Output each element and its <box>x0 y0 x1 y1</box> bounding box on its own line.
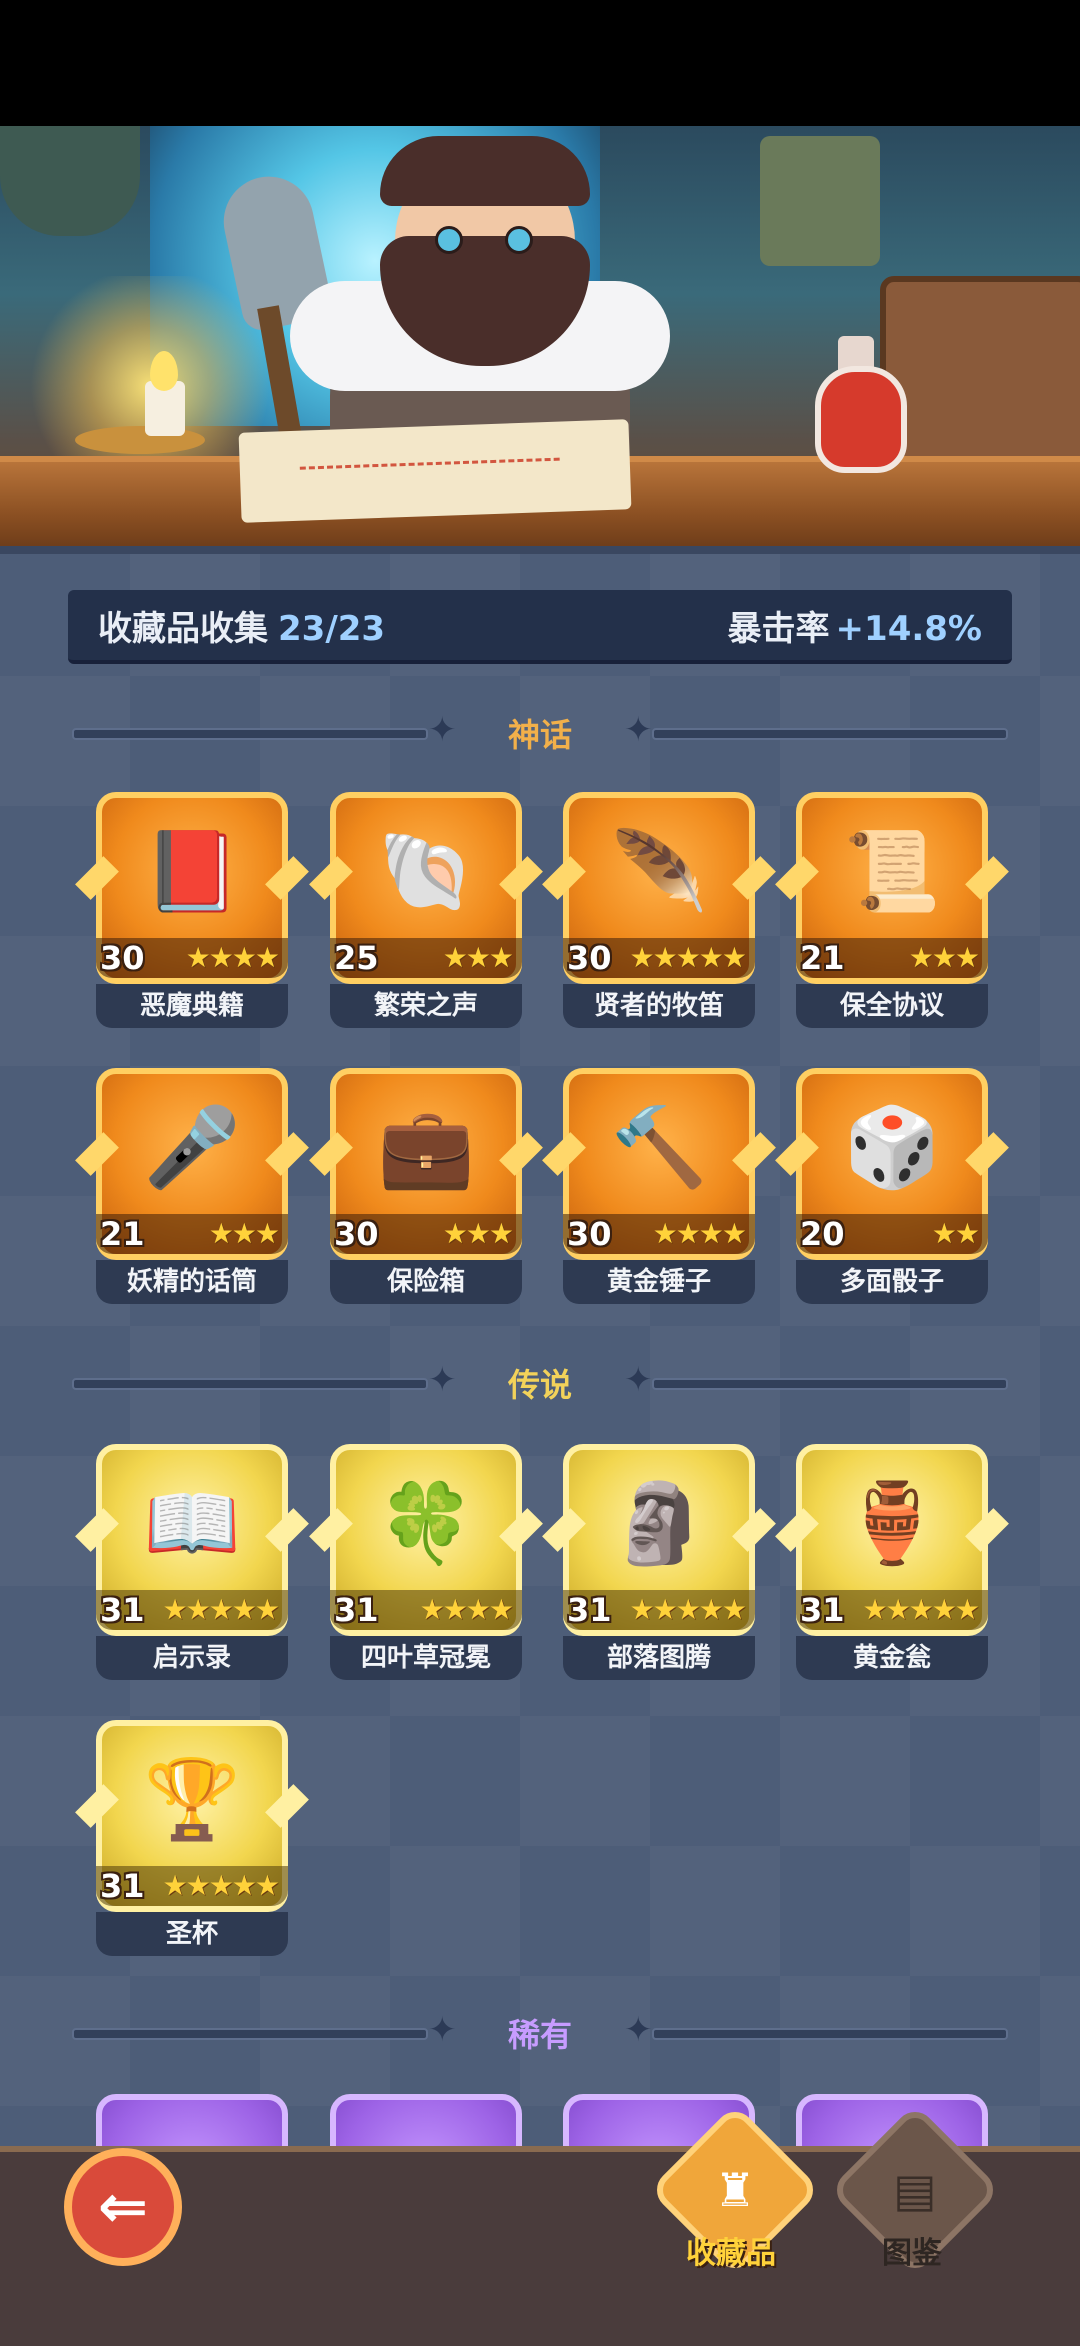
section-header-mythic: ✦ 神话 ✦ <box>72 710 1008 754</box>
star-rating: ★★★★★ <box>162 1869 280 1902</box>
collectible-card[interactable]: 📕 30 ★★★★ 恶魔典籍 <box>75 792 309 1028</box>
open-book-icon: 📖 <box>143 1479 241 1569</box>
grail-icon: 🏆 <box>143 1755 241 1845</box>
urn-icon: 🏺 <box>843 1479 941 1569</box>
collectible-card[interactable]: 🔨 30 ★★★★ 黄金锤子 <box>542 1068 776 1304</box>
treasure-map-icon <box>238 419 632 523</box>
star-rating: ★★★ <box>442 941 514 974</box>
collectible-card[interactable] <box>330 2094 522 2146</box>
tab-codex-label: 图鉴 <box>882 2236 942 2271</box>
collectible-card[interactable]: 📜 21 ★★★ 保全协议 <box>775 792 1009 1028</box>
scroll-contract-icon: 📜 <box>843 827 941 917</box>
collectible-name: 部落图腾 <box>606 1643 711 1673</box>
star-rating: ★★★ <box>442 1217 514 1250</box>
stat-label: 暴击率 <box>727 608 830 649</box>
star-rating: ★★★★★ <box>162 1593 280 1626</box>
collectible-name: 妖精的话筒 <box>126 1267 257 1297</box>
collectible-card[interactable]: 🗿 31 ★★★★★ 部落图腾 <box>542 1444 776 1680</box>
collectible-card[interactable]: 🐚 25 ★★★ 繁荣之声 <box>309 792 543 1028</box>
collection-count: 23/23 <box>278 608 386 649</box>
gold-chest-icon: 💼 <box>377 1103 475 1193</box>
star-rating: ★★★★★ <box>862 1593 980 1626</box>
collectible-card[interactable]: 🎤 21 ★★★ 妖精的话筒 <box>75 1068 309 1304</box>
star-rating: ★★★★★ <box>629 941 747 974</box>
shopkeeper-banner <box>0 126 1080 546</box>
collectible-name: 恶魔典籍 <box>139 991 244 1021</box>
collectible-card[interactable]: 🏺 31 ★★★★★ 黄金瓮 <box>775 1444 1009 1680</box>
collectible-name: 四叶草冠冕 <box>360 1643 491 1673</box>
section-header-legend: ✦ 传说 ✦ <box>72 1360 1008 1404</box>
back-arrow-icon: ⇐ <box>97 2172 149 2242</box>
star-rating: ★★ <box>931 1217 980 1250</box>
collectible-name: 启示录 <box>152 1643 231 1673</box>
collectible-card[interactable]: 🏆 31 ★★★★★ 圣杯 <box>75 1720 309 1956</box>
stat-value: +14.8% <box>835 608 982 649</box>
collectible-name: 繁荣之声 <box>373 991 478 1021</box>
codex-book-icon: ▤ <box>893 2163 937 2217</box>
star-rating: ★★★★ <box>185 941 280 974</box>
tab-collection-label: 收藏品 <box>686 2236 776 2271</box>
collectible-card[interactable]: 🎲 20 ★★ 多面骰子 <box>775 1068 1009 1304</box>
star-rating: ★★★ <box>908 941 980 974</box>
star-rating: ★★★ <box>208 1217 280 1250</box>
collectible-card[interactable] <box>96 2094 288 2146</box>
collectible-card[interactable]: 🍀 31 ★★★★ 四叶草冠冕 <box>309 1444 543 1680</box>
star-rating: ★★★★ <box>652 1217 747 1250</box>
hammer-icon: 🔨 <box>610 1103 708 1193</box>
section-title-legend: 传说 <box>507 1366 572 1404</box>
collectible-name: 保险箱 <box>386 1267 465 1297</box>
collectible-card[interactable]: 📖 31 ★★★★★ 启示录 <box>75 1444 309 1680</box>
collectible-name: 贤者的牧笛 <box>593 991 724 1021</box>
star-rating: ★★★★★ <box>629 1593 747 1626</box>
section-title-mythic: 神话 <box>507 716 572 754</box>
section-title-rare: 稀有 <box>507 2016 572 2054</box>
totem-icon: 🗿 <box>610 1479 708 1569</box>
collectible-name: 多面骰子 <box>839 1267 944 1297</box>
collectible-card[interactable]: 🪶 30 ★★★★★ 贤者的牧笛 <box>542 792 776 1028</box>
summary-label: 收藏品收集 <box>98 608 268 649</box>
star-rating: ★★★★ <box>419 1593 514 1626</box>
section-header-rare: ✦ 稀有 ✦ <box>72 2010 1008 2054</box>
collectible-name: 保全协议 <box>839 991 944 1021</box>
clover-crown-icon: 🍀 <box>377 1479 475 1569</box>
collectible-name: 黄金锤子 <box>606 1267 711 1297</box>
flute-icon: 🪶 <box>610 827 708 917</box>
collection-icon: ♜ <box>714 2163 756 2217</box>
fairy-mic-icon: 🎤 <box>143 1103 241 1193</box>
collection-summary: 收藏品收集 23/23 暴击率 +14.8% <box>68 590 1012 664</box>
potion-icon <box>815 366 907 473</box>
back-button[interactable]: ⇐ <box>64 2148 182 2266</box>
collectible-name: 黄金瓮 <box>852 1643 931 1673</box>
collectible-card[interactable]: 💼 30 ★★★ 保险箱 <box>309 1068 543 1304</box>
shell-orb-icon: 🐚 <box>377 827 475 917</box>
status-bar <box>0 0 1080 126</box>
chest-icon <box>880 276 1080 478</box>
dice-icon: 🎲 <box>843 1103 941 1193</box>
collectible-name: 圣杯 <box>165 1919 218 1949</box>
book-eye-icon: 📕 <box>143 827 241 917</box>
